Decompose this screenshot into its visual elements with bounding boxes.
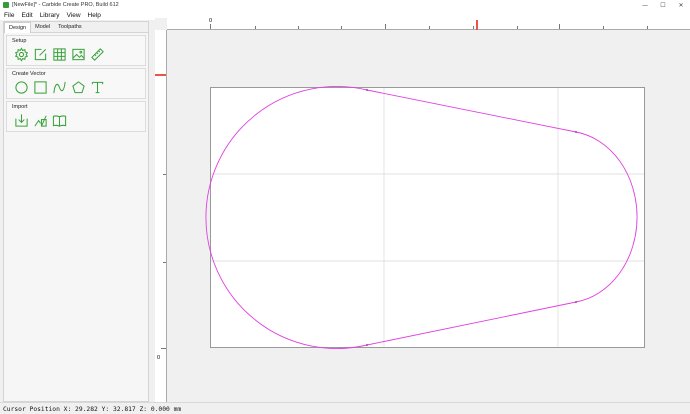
- design-drawing: [205, 86, 644, 349]
- node-point: [575, 301, 577, 303]
- status-bar: Cursor Position X: 29.282 Y: 32.817 Z: 0…: [0, 402, 690, 414]
- node-point: [366, 89, 368, 91]
- node-point: [366, 344, 368, 346]
- app-window: [NewFile]* - Carbide Create PRO, Build 6…: [0, 0, 690, 414]
- cursor-position-readout: Cursor Position X: 29.282 Y: 32.817 Z: 0…: [3, 406, 182, 413]
- node-point: [575, 131, 577, 133]
- tangent-vector-shape: [205, 86, 638, 349]
